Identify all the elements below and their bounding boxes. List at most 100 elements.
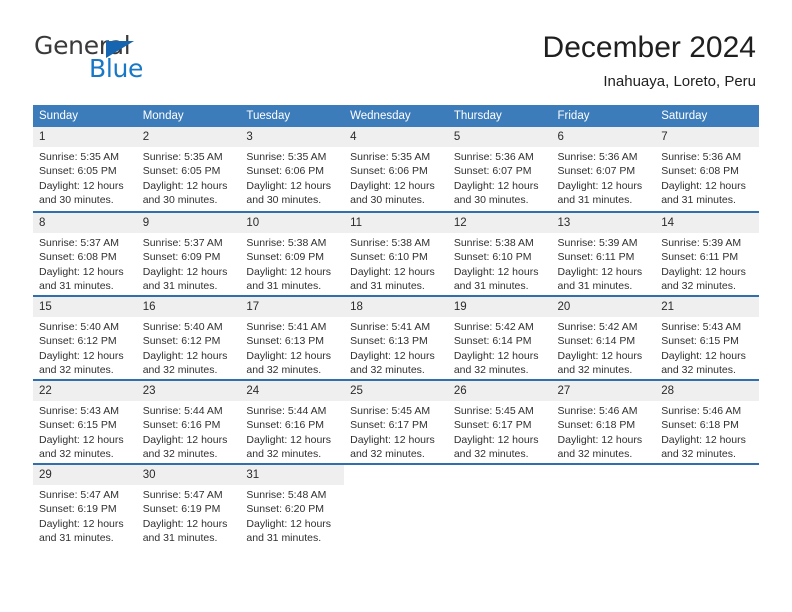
day-number: 30 xyxy=(136,465,241,485)
generalblue-logo[interactable]: General Blue xyxy=(34,33,234,89)
day-details: Sunrise: 5:43 AM Sunset: 6:15 PM Daylight:… xyxy=(655,317,759,378)
day-number: 21 xyxy=(655,297,759,317)
calendar-day-cell[interactable]: 23 Sunrise: 5:44 AM Sunset: 6:16 PM Dayligh… xyxy=(136,379,241,463)
day-details: Sunrise: 5:46 AM Sunset: 6:18 PM Daylight:… xyxy=(655,401,759,462)
daylight-text-line2: and 31 minutes. xyxy=(661,194,736,207)
day-details: Sunrise: 5:38 AM Sunset: 6:10 PM Daylight:… xyxy=(448,233,552,294)
sunset-text: Sunset: 6:09 PM xyxy=(246,251,325,264)
sunrise-text: Sunrise: 5:46 AM xyxy=(557,405,638,417)
sunrise-text: Sunrise: 5:41 AM xyxy=(350,321,431,333)
calendar-day-cell[interactable]: 11 Sunrise: 5:38 AM Sunset: 6:10 PM Dayligh… xyxy=(344,211,448,295)
calendar-day-cell[interactable]: 5 Sunrise: 5:36 AM Sunset: 6:07 PM Daylight… xyxy=(447,127,552,211)
calendar-day-cell[interactable]: 29 Sunrise: 5:47 AM Sunset: 6:19 PM Dayligh… xyxy=(33,463,137,547)
daylight-text-line1: Daylight: 12 hours xyxy=(557,265,643,278)
day-details: Sunrise: 5:47 AM Sunset: 6:19 PM Daylight:… xyxy=(33,485,137,546)
daylight-text-line1: Daylight: 12 hours xyxy=(557,349,643,362)
sunset-text: Sunset: 6:13 PM xyxy=(246,335,325,348)
calendar-day-cell[interactable]: 1 Sunrise: 5:35 AM Sunset: 6:05 PM Daylight… xyxy=(33,127,137,211)
sunset-text: Sunset: 6:17 PM xyxy=(453,419,532,432)
calendar-day-cell[interactable]: 22 Sunrise: 5:43 AM Sunset: 6:15 PM Dayligh… xyxy=(33,379,137,463)
day-details: Sunrise: 5:46 AM Sunset: 6:18 PM Daylight:… xyxy=(552,401,656,462)
calendar-day-cell[interactable]: 15 Sunrise: 5:40 AM Sunset: 6:12 PM Dayligh… xyxy=(33,295,137,379)
calendar-day-cell[interactable]: 28 Sunrise: 5:46 AM Sunset: 6:18 PM Dayligh… xyxy=(655,379,759,463)
day-number: 10 xyxy=(240,213,345,233)
daylight-text-line1: Daylight: 12 hours xyxy=(142,265,228,278)
daylight-text-line1: Daylight: 12 hours xyxy=(39,433,124,446)
calendar-day-cell[interactable]: 13 Sunrise: 5:39 AM Sunset: 6:11 PM Dayligh… xyxy=(551,211,656,295)
sunrise-text: Sunrise: 5:45 AM xyxy=(350,405,431,417)
calendar-day-cell[interactable]: 8 Sunrise: 5:37 AM Sunset: 6:08 PM Daylight… xyxy=(33,211,137,295)
calendar-day-cell[interactable]: 31 Sunrise: 5:48 AM Sunset: 6:20 PM Dayligh… xyxy=(240,463,345,547)
daylight-text-line2: and 32 minutes. xyxy=(453,448,529,461)
calendar-day-cell[interactable]: 16 Sunrise: 5:40 AM Sunset: 6:12 PM Dayligh… xyxy=(136,295,241,379)
sunrise-text: Sunrise: 5:39 AM xyxy=(557,237,638,249)
calendar-day-cell[interactable]: 30 Sunrise: 5:47 AM Sunset: 6:19 PM Dayligh… xyxy=(136,463,241,547)
calendar-day-cell[interactable]: 25 Sunrise: 5:45 AM Sunset: 6:17 PM Dayligh… xyxy=(344,379,448,463)
daylight-text-line2: and 31 minutes. xyxy=(557,280,633,293)
day-number: 13 xyxy=(551,213,656,233)
day-details: Sunrise: 5:39 AM Sunset: 6:11 PM Daylight:… xyxy=(655,233,759,294)
calendar-day-cell[interactable]: 3 Sunrise: 5:35 AM Sunset: 6:06 PM Daylight… xyxy=(240,127,345,211)
sunset-text: Sunset: 6:16 PM xyxy=(246,419,325,432)
sunset-text: Sunset: 6:10 PM xyxy=(453,251,532,264)
weekday-header-thursday: Thursday xyxy=(447,105,552,127)
day-details: Sunrise: 5:41 AM Sunset: 6:13 PM Daylight:… xyxy=(240,317,344,378)
daylight-text-line2: and 32 minutes. xyxy=(350,448,425,461)
calendar-day-cell[interactable]: 26 Sunrise: 5:45 AM Sunset: 6:17 PM Dayligh… xyxy=(447,379,552,463)
sunset-text: Sunset: 6:14 PM xyxy=(557,335,636,348)
daylight-text-line1: Daylight: 12 hours xyxy=(246,517,332,530)
daylight-text-line2: and 30 minutes. xyxy=(246,194,322,207)
day-number: 19 xyxy=(447,297,552,317)
day-number: 2 xyxy=(136,127,241,147)
day-details: Sunrise: 5:38 AM Sunset: 6:10 PM Daylight:… xyxy=(344,233,448,294)
sunrise-text: Sunrise: 5:35 AM xyxy=(246,151,327,163)
calendar-day-cell[interactable]: 21 Sunrise: 5:43 AM Sunset: 6:15 PM Dayligh… xyxy=(655,295,759,379)
calendar-day-cell[interactable]: 6 Sunrise: 5:36 AM Sunset: 6:07 PM Daylight… xyxy=(551,127,656,211)
calendar-day-cell[interactable]: 14 Sunrise: 5:39 AM Sunset: 6:11 PM Dayligh… xyxy=(655,211,759,295)
daylight-text-line2: and 30 minutes. xyxy=(350,194,425,207)
day-number: 11 xyxy=(344,213,448,233)
calendar-day-cell[interactable]: 10 Sunrise: 5:38 AM Sunset: 6:09 PM Dayligh… xyxy=(240,211,345,295)
page-title: December 2024 xyxy=(542,31,756,64)
day-number xyxy=(448,465,552,485)
sunrise-text: Sunrise: 5:45 AM xyxy=(453,405,534,417)
calendar-day-cell[interactable]: 18 Sunrise: 5:41 AM Sunset: 6:13 PM Dayligh… xyxy=(344,295,448,379)
day-details: Sunrise: 5:38 AM Sunset: 6:09 PM Daylight:… xyxy=(240,233,344,294)
daylight-text-line1: Daylight: 12 hours xyxy=(350,265,435,278)
sunset-text: Sunset: 6:11 PM xyxy=(557,251,635,264)
day-number: 22 xyxy=(33,381,137,401)
daylight-text-line2: and 32 minutes. xyxy=(246,448,322,461)
weekday-header-tuesday: Tuesday xyxy=(240,105,345,127)
calendar-day-cell-empty xyxy=(655,463,759,547)
calendar-day-cell[interactable]: 9 Sunrise: 5:37 AM Sunset: 6:09 PM Daylight… xyxy=(136,211,241,295)
calendar-day-cell[interactable]: 24 Sunrise: 5:44 AM Sunset: 6:16 PM Dayligh… xyxy=(240,379,345,463)
day-number: 27 xyxy=(551,381,656,401)
calendar-day-cell[interactable]: 2 Sunrise: 5:35 AM Sunset: 6:05 PM Daylight… xyxy=(136,127,241,211)
daylight-text-line2: and 31 minutes. xyxy=(39,280,114,293)
day-number xyxy=(655,465,759,485)
title-block: December 2024 Inahuaya, Loreto, Peru xyxy=(543,30,756,92)
sunrise-text: Sunrise: 5:35 AM xyxy=(350,151,431,163)
sunrise-text: Sunrise: 5:37 AM xyxy=(39,237,119,249)
calendar-day-cell[interactable]: 7 Sunrise: 5:36 AM Sunset: 6:08 PM Daylight… xyxy=(655,127,759,211)
calendar-day-cell-empty xyxy=(551,463,656,547)
calendar-day-cell[interactable]: 19 Sunrise: 5:42 AM Sunset: 6:14 PM Dayligh… xyxy=(447,295,552,379)
weekday-header-row: Sunday Monday Tuesday Wednesday Thursday… xyxy=(33,105,759,127)
calendar-day-cell[interactable]: 12 Sunrise: 5:38 AM Sunset: 6:10 PM Dayligh… xyxy=(447,211,552,295)
day-details: Sunrise: 5:41 AM Sunset: 6:13 PM Daylight:… xyxy=(344,317,448,378)
daylight-text-line2: and 31 minutes. xyxy=(142,532,218,545)
calendar-day-cell[interactable]: 20 Sunrise: 5:42 AM Sunset: 6:14 PM Dayligh… xyxy=(551,295,656,379)
calendar-day-cell[interactable]: 17 Sunrise: 5:41 AM Sunset: 6:13 PM Dayligh… xyxy=(240,295,345,379)
daylight-text-line2: and 32 minutes. xyxy=(453,364,529,377)
day-number: 6 xyxy=(551,127,656,147)
sunset-text: Sunset: 6:05 PM xyxy=(142,165,221,178)
day-number: 18 xyxy=(344,297,448,317)
sunrise-text: Sunrise: 5:36 AM xyxy=(453,151,534,163)
daylight-text-line2: and 32 minutes. xyxy=(246,364,322,377)
daylight-text-line2: and 32 minutes. xyxy=(39,448,114,461)
daylight-text-line2: and 32 minutes. xyxy=(661,448,736,461)
calendar-day-cell[interactable]: 4 Sunrise: 5:35 AM Sunset: 6:06 PM Daylight… xyxy=(344,127,448,211)
calendar-day-cell[interactable]: 27 Sunrise: 5:46 AM Sunset: 6:18 PM Dayligh… xyxy=(551,379,656,463)
daylight-text-line1: Daylight: 12 hours xyxy=(453,265,539,278)
sunrise-text: Sunrise: 5:38 AM xyxy=(453,237,534,249)
